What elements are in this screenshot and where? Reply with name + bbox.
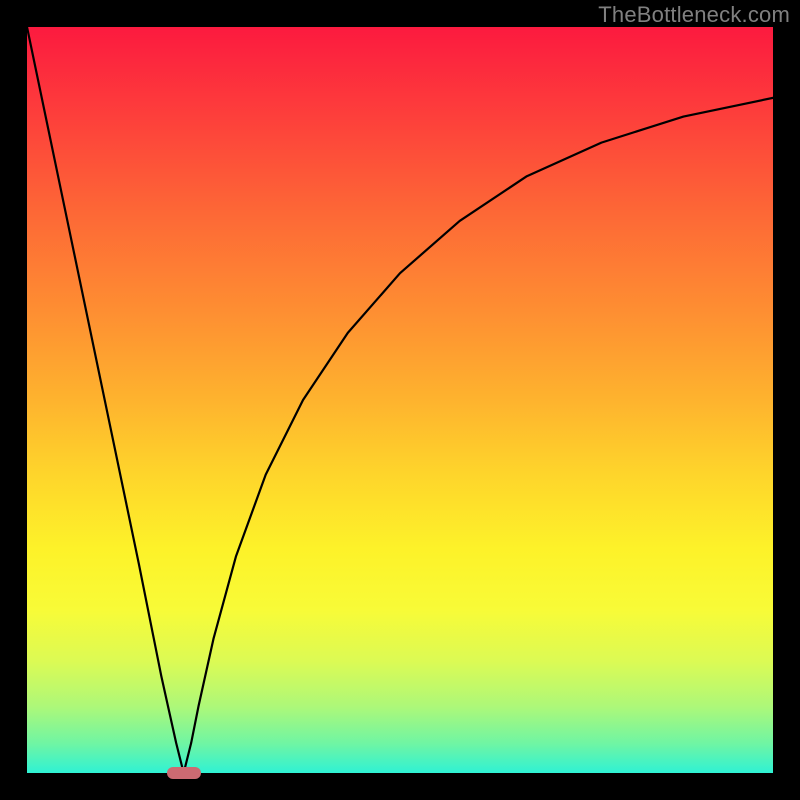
plot-area (27, 27, 773, 773)
chart-curve (27, 27, 773, 773)
min-marker (167, 767, 201, 779)
watermark-text: TheBottleneck.com (598, 2, 790, 28)
chart-frame: TheBottleneck.com (0, 0, 800, 800)
